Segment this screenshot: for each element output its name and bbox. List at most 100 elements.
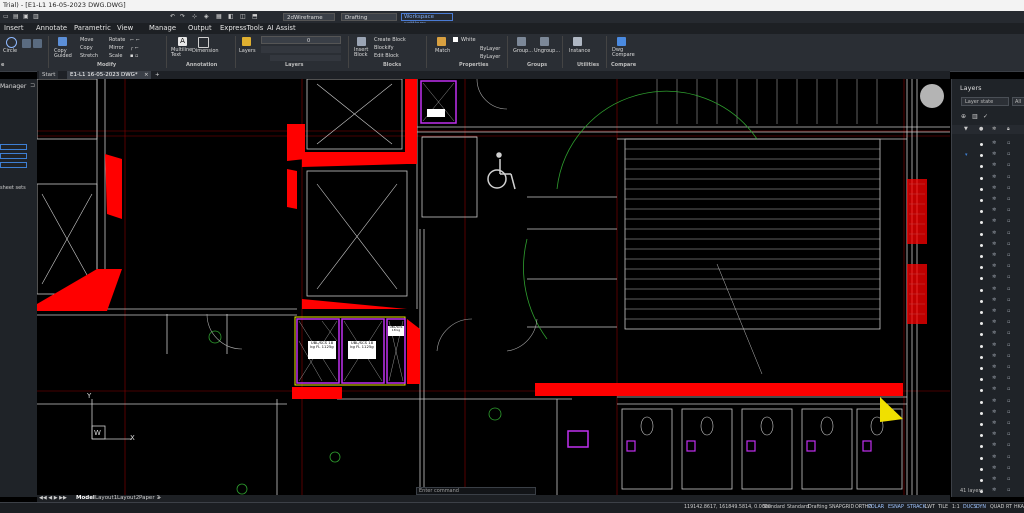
copy-button[interactable]: Copy bbox=[80, 45, 93, 51]
status-toggle-rt[interactable]: RT bbox=[1006, 504, 1012, 512]
lock-icon[interactable]: ▫ bbox=[1007, 185, 1010, 191]
lock-icon[interactable]: ▫ bbox=[1007, 286, 1010, 292]
snap-icon[interactable]: ⊹ bbox=[192, 13, 197, 21]
tab-layout1[interactable]: Layout1 bbox=[95, 495, 117, 501]
freeze-icon[interactable]: ✲ bbox=[992, 364, 996, 370]
status-toggle-standard[interactable]: Standard bbox=[763, 504, 785, 512]
freeze-icon[interactable]: ✲ bbox=[992, 218, 996, 224]
layer-row[interactable]: ✲ ▫ bbox=[952, 419, 1024, 430]
dimension-icon[interactable] bbox=[198, 37, 209, 48]
status-toggle-grid[interactable]: GRID bbox=[842, 504, 854, 512]
lock-icon[interactable]: ▫ bbox=[1007, 297, 1010, 303]
lock-icon[interactable]: ▫ bbox=[1007, 420, 1010, 426]
print-icon[interactable]: ▥ bbox=[33, 13, 39, 21]
open-icon[interactable]: ▤ bbox=[13, 13, 19, 21]
menu-view[interactable]: View bbox=[117, 24, 133, 32]
sheet-set-button-3[interactable] bbox=[0, 162, 27, 168]
new-icon[interactable]: ▭ bbox=[3, 13, 9, 21]
lightbulb-icon[interactable] bbox=[980, 411, 983, 415]
group-button[interactable]: Group... bbox=[513, 48, 533, 54]
freeze-icon[interactable]: ✲ bbox=[992, 465, 996, 471]
layer-row[interactable]: ✲ ▫ bbox=[952, 240, 1024, 251]
lightbulb-icon[interactable] bbox=[980, 154, 983, 158]
lightbulb-icon[interactable] bbox=[980, 255, 983, 258]
lightbulb-icon[interactable] bbox=[980, 187, 983, 191]
freeze-icon[interactable]: ✲ bbox=[992, 398, 996, 404]
layer-state-select[interactable]: Layer state bbox=[961, 97, 1009, 106]
freeze-icon[interactable]: ✲ bbox=[992, 431, 996, 437]
menu-ai-assist[interactable]: AI Assist bbox=[267, 24, 296, 32]
lock-icon[interactable]: ▫ bbox=[1007, 442, 1010, 448]
match-button[interactable]: Match bbox=[435, 48, 450, 54]
layer-row[interactable]: ✲ ▫ bbox=[952, 453, 1024, 464]
layer-row[interactable]: ✲ ▫ bbox=[952, 229, 1024, 240]
circle-button[interactable]: Circle bbox=[3, 48, 17, 54]
blockify-button[interactable]: Blockify bbox=[374, 45, 394, 51]
drawing-canvas[interactable]: UBL/SCS 18 kg FL 1125g UBL/SCS 18 kg FL … bbox=[37, 79, 950, 495]
dwg-compare-icon[interactable] bbox=[617, 37, 626, 46]
lightbulb-icon[interactable] bbox=[980, 199, 983, 202]
command-line[interactable]: Enter command bbox=[416, 487, 536, 495]
current-layer-icon[interactable]: ✓ bbox=[983, 113, 988, 120]
layer-row[interactable]: ▾ ✲ ▫ bbox=[952, 150, 1024, 161]
tab-model[interactable]: Model bbox=[76, 495, 95, 501]
visual-style-select[interactable]: 2dWireframe bbox=[283, 13, 335, 21]
layer-row[interactable]: ✲ ▫ bbox=[952, 408, 1024, 419]
sheet-set-button[interactable] bbox=[0, 144, 27, 150]
undo-icon[interactable]: ↶ bbox=[170, 13, 175, 21]
copy-guided-button[interactable]: Copy Guided bbox=[54, 49, 74, 59]
layer-row[interactable]: ✲ ▫ bbox=[952, 307, 1024, 318]
freeze-icon[interactable]: ✲ bbox=[992, 207, 996, 213]
freeze-icon[interactable]: ✲ bbox=[992, 330, 996, 336]
freeze-icon[interactable]: ✲ bbox=[992, 140, 996, 146]
freeze-icon[interactable]: ✲ bbox=[992, 174, 996, 180]
lightbulb-icon[interactable] bbox=[980, 322, 983, 326]
lightbulb-icon[interactable] bbox=[980, 143, 983, 146]
layer-row[interactable]: ✲ ▫ bbox=[952, 184, 1024, 195]
polyline-icon[interactable] bbox=[33, 39, 42, 48]
layer-row[interactable]: ✲ ▫ bbox=[952, 195, 1024, 206]
freeze-icon[interactable]: ✲ bbox=[992, 185, 996, 191]
layer-row[interactable]: ✲ ▫ bbox=[952, 475, 1024, 486]
text-icon[interactable]: A bbox=[178, 37, 187, 46]
layer-row[interactable]: ✲ ▫ bbox=[952, 430, 1024, 441]
status-toggle-standard[interactable]: Standard bbox=[787, 504, 809, 512]
layer-row[interactable]: ✲ ▫ bbox=[952, 374, 1024, 385]
lightbulb-icon[interactable] bbox=[980, 400, 983, 404]
lock-icon[interactable]: ▫ bbox=[1007, 353, 1010, 359]
first-page-icon[interactable]: ◀◀ ◀ ▶ ▶▶ bbox=[39, 495, 67, 501]
dwg-compare-button[interactable]: Dwg Compare bbox=[612, 48, 635, 58]
layer-icon[interactable]: ◧ bbox=[228, 13, 234, 21]
lock-icon[interactable]: ▫ bbox=[1007, 140, 1010, 146]
rotate-button[interactable]: Rotate bbox=[109, 37, 125, 43]
lightbulb-icon[interactable] bbox=[980, 389, 983, 393]
lightbulb-icon[interactable] bbox=[980, 299, 983, 303]
layer-row[interactable]: ✲ ▫ bbox=[952, 296, 1024, 307]
lightbulb-icon[interactable] bbox=[980, 333, 983, 337]
tab-layout2[interactable]: Layout2 bbox=[117, 495, 139, 501]
dimension-button[interactable]: Dimension bbox=[192, 48, 219, 54]
view-icon[interactable]: ◫ bbox=[240, 13, 246, 21]
freeze-icon[interactable]: ✲ bbox=[992, 487, 996, 493]
lock-icon[interactable]: ▫ bbox=[1007, 274, 1010, 280]
lock-icon[interactable]: ▫ bbox=[1007, 263, 1010, 269]
layer-row[interactable]: ✲ ▫ bbox=[952, 441, 1024, 452]
layer-row[interactable]: ✲ ▫ bbox=[952, 363, 1024, 374]
status-toggle-lwt[interactable]: LWT bbox=[925, 504, 935, 512]
scale-button[interactable]: Scale bbox=[109, 53, 122, 59]
layer-row[interactable]: ✲ ▫ bbox=[952, 251, 1024, 262]
lock-icon[interactable]: ▫ bbox=[1007, 487, 1010, 493]
fillet-icon[interactable]: ╭ ⌐ bbox=[130, 45, 139, 51]
lightbulb-icon[interactable] bbox=[980, 434, 983, 438]
insert-block-icon[interactable] bbox=[357, 37, 366, 46]
lock-icon[interactable]: ▫ bbox=[1007, 330, 1010, 336]
trim-icon[interactable]: ⌐ ⌐ bbox=[130, 37, 140, 43]
sheet-set-button-2[interactable] bbox=[0, 153, 27, 159]
add-layout-button[interactable]: + bbox=[157, 495, 162, 501]
freeze-icon[interactable]: ✲ bbox=[992, 420, 996, 426]
layer-row[interactable]: ✲ ▫ bbox=[952, 385, 1024, 396]
ungroup-button[interactable]: Ungroup... bbox=[534, 48, 560, 54]
menu-parametric[interactable]: Parametric bbox=[74, 24, 111, 32]
tab-drawing[interactable]: E1-L1 16-05-2023 DWG* bbox=[67, 71, 151, 79]
layer-row[interactable]: ✲ ▫ bbox=[952, 318, 1024, 329]
